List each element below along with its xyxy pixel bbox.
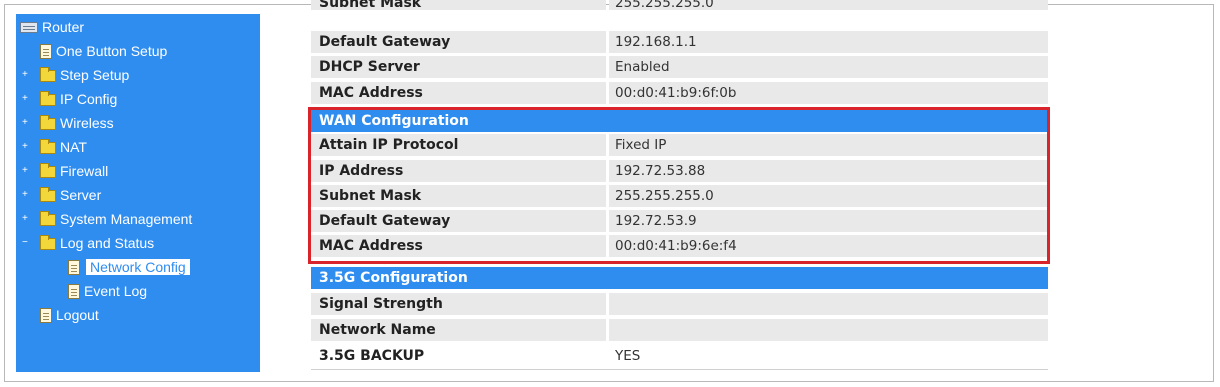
- row-value: 255.255.255.0: [609, 0, 1048, 10]
- table-row: MAC Address 00:d0:41:b9:6e:f4: [311, 235, 1048, 257]
- table-row: Network Name: [311, 319, 1048, 341]
- sidebar-item-label: IP Config: [60, 91, 118, 107]
- sidebar-item-one-button-setup[interactable]: One Button Setup: [40, 40, 167, 62]
- sidebar-item-wireless[interactable]: Wireless: [40, 112, 114, 134]
- row-label: Default Gateway: [311, 210, 606, 232]
- row-label: MAC Address: [311, 82, 606, 104]
- folder-icon: [40, 114, 56, 130]
- sidebar-item-log-and-status[interactable]: Log and Status: [40, 232, 154, 254]
- folder-icon: [40, 66, 56, 82]
- sidebar-item-label: Step Setup: [60, 67, 130, 83]
- row-label: MAC Address: [311, 235, 606, 257]
- row-label: 3.5G BACKUP: [311, 345, 606, 367]
- table-row: MAC Address 00:d0:41:b9:6f:0b: [311, 82, 1048, 104]
- row-label: Attain IP Protocol: [311, 134, 606, 156]
- expand-icon[interactable]: +: [22, 88, 28, 110]
- sidebar-item-logout[interactable]: Logout: [40, 304, 99, 326]
- folder-icon: [40, 162, 56, 178]
- divider: [311, 369, 1048, 370]
- sidebar-item-router[interactable]: Router: [20, 16, 84, 38]
- sidebar-item-label: Router: [42, 19, 85, 35]
- table-row: DHCP Server Enabled: [311, 56, 1048, 78]
- row-value: 192.72.53.88: [609, 160, 1048, 182]
- sidebar-item-label: One Button Setup: [56, 43, 168, 59]
- section-title: 3.5G Configuration: [311, 267, 1048, 289]
- row-label: DHCP Server: [311, 56, 606, 78]
- sidebar-item-server[interactable]: Server: [40, 184, 101, 206]
- row-value: 192.72.53.9: [609, 210, 1048, 232]
- sidebar-item-event-log[interactable]: Event Log: [68, 280, 147, 302]
- row-value: YES: [609, 345, 1048, 367]
- row-value: Enabled: [609, 56, 1048, 78]
- sidebar-item-label: System Management: [60, 211, 193, 227]
- sidebar-item-network-config[interactable]: Network Config: [68, 256, 190, 278]
- collapse-icon[interactable]: −: [22, 232, 28, 254]
- sidebar-nav: Router One Button Setup + Step Setup + I…: [16, 14, 260, 372]
- folder-icon: [40, 138, 56, 154]
- sidebar-item-label: Server: [60, 187, 102, 203]
- row-label: Network Name: [311, 319, 606, 341]
- row-value: Fixed IP: [609, 134, 1048, 156]
- table-row: Default Gateway 192.168.1.1: [311, 31, 1048, 53]
- page-icon: [68, 259, 80, 275]
- expand-icon[interactable]: +: [22, 112, 28, 134]
- sidebar-item-nat[interactable]: NAT: [40, 136, 87, 158]
- row-label: Signal Strength: [311, 293, 606, 315]
- section-header-3-5g: 3.5G Configuration: [311, 267, 1048, 289]
- section-header-wan: WAN Configuration: [311, 110, 1048, 132]
- row-value: 255.255.255.0: [609, 185, 1048, 207]
- page-icon: [68, 283, 80, 299]
- folder-icon: [40, 186, 56, 202]
- table-row: 3.5G BACKUP YES: [311, 345, 1048, 367]
- folder-open-icon: [40, 234, 56, 250]
- row-label: IP Address: [311, 160, 606, 182]
- row-value: [609, 319, 1048, 341]
- sidebar-item-label: Log and Status: [60, 235, 155, 251]
- sidebar-item-system-management[interactable]: System Management: [40, 208, 192, 230]
- row-label: Default Gateway: [311, 31, 606, 53]
- table-row: Attain IP Protocol Fixed IP: [311, 134, 1048, 156]
- table-row: Subnet Mask 255.255.255.0: [311, 185, 1048, 207]
- row-label: Subnet Mask: [311, 0, 606, 10]
- sidebar-item-label: NAT: [60, 139, 87, 155]
- sidebar-item-label: Event Log: [84, 283, 148, 299]
- sidebar-item-label: Wireless: [60, 115, 114, 131]
- page-icon: [40, 43, 52, 59]
- sidebar-item-ip-config[interactable]: IP Config: [40, 88, 117, 110]
- table-row: Default Gateway 192.72.53.9: [311, 210, 1048, 232]
- table-row: Signal Strength: [311, 293, 1048, 315]
- sidebar-item-firewall[interactable]: Firewall: [40, 160, 108, 182]
- sidebar-item-step-setup[interactable]: Step Setup: [40, 64, 129, 86]
- row-value: 00:d0:41:b9:6f:0b: [609, 82, 1048, 104]
- row-value: 00:d0:41:b9:6e:f4: [609, 235, 1048, 257]
- expand-icon[interactable]: +: [22, 208, 28, 230]
- section-title: WAN Configuration: [311, 110, 1048, 132]
- expand-icon[interactable]: +: [22, 136, 28, 158]
- sidebar-item-label: Logout: [56, 307, 99, 323]
- row-value: 192.168.1.1: [609, 31, 1048, 53]
- page-icon: [40, 307, 52, 323]
- expand-icon[interactable]: +: [22, 64, 28, 86]
- folder-icon: [40, 90, 56, 106]
- table-row: IP Address 192.72.53.88: [311, 160, 1048, 182]
- sidebar-item-label: Firewall: [60, 163, 109, 179]
- table-row: Subnet Mask 255.255.255.0: [311, 0, 1048, 22]
- folder-icon: [40, 210, 56, 226]
- expand-icon[interactable]: +: [22, 160, 28, 182]
- row-label: Subnet Mask: [311, 185, 606, 207]
- sidebar-item-label: Network Config: [86, 259, 190, 275]
- router-icon: [20, 21, 38, 33]
- expand-icon[interactable]: +: [22, 184, 28, 206]
- row-value: [609, 293, 1048, 315]
